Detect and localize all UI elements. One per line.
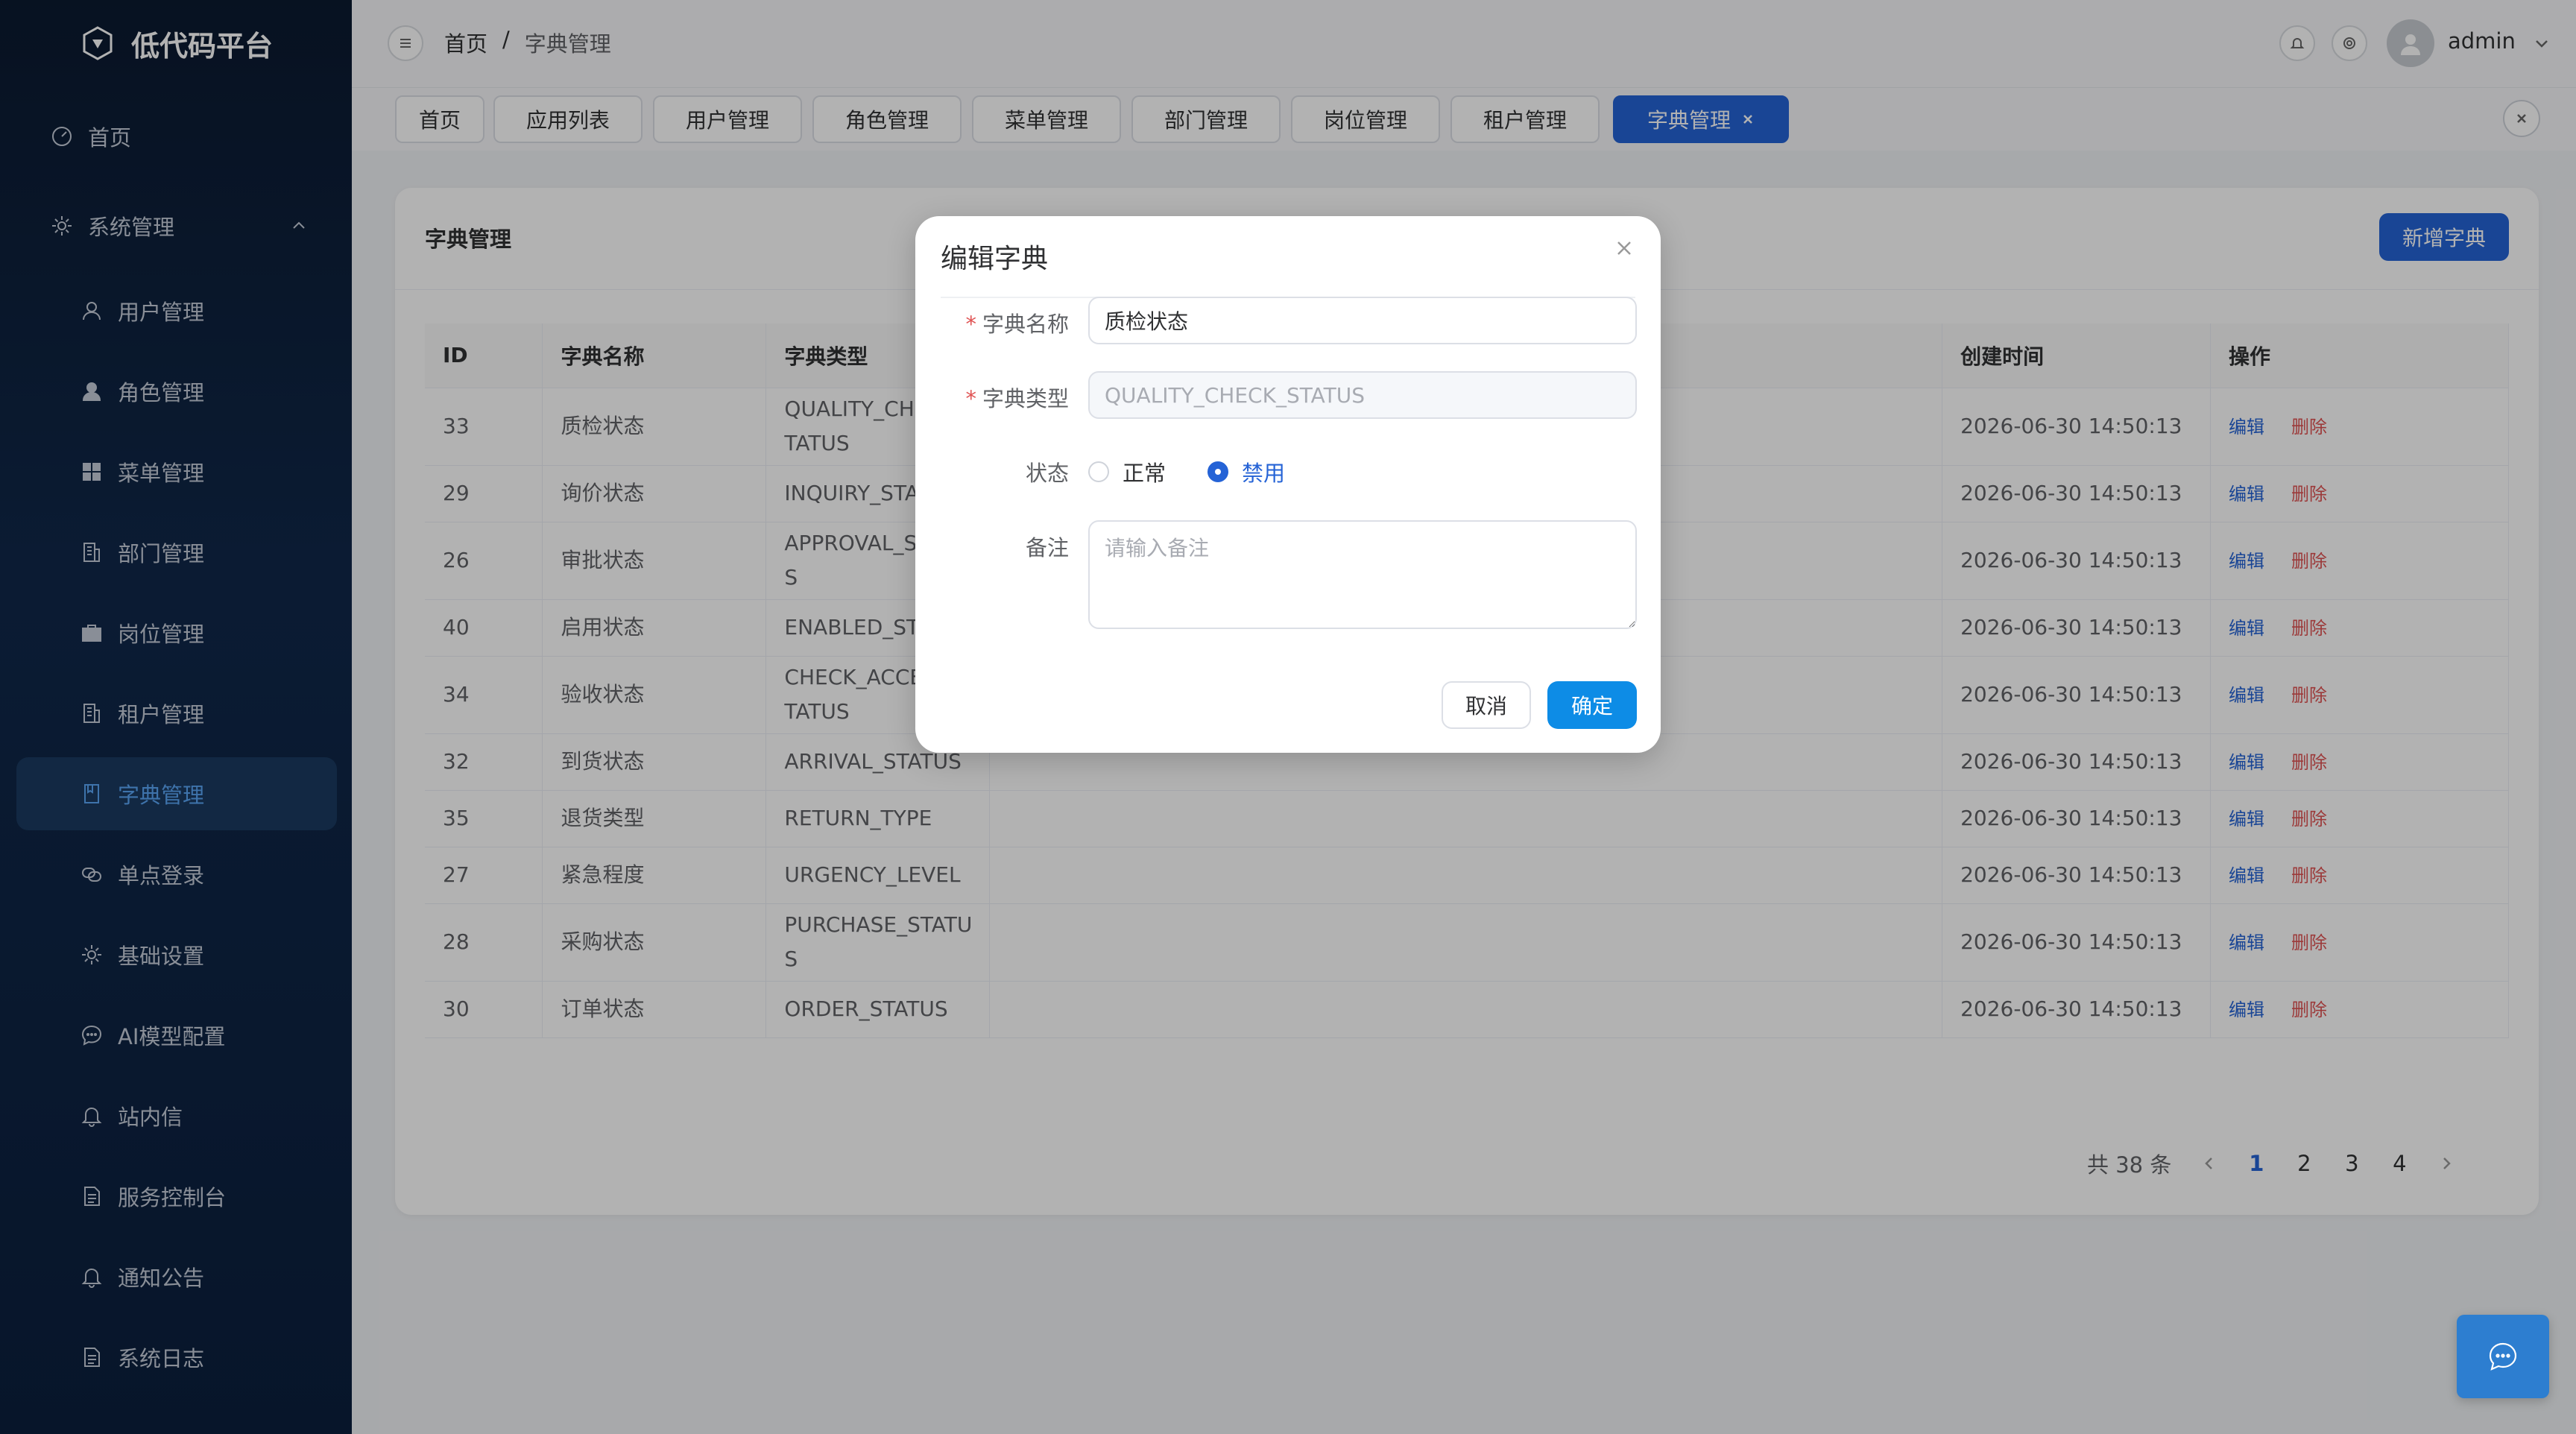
chat-icon — [2489, 1342, 2517, 1371]
close-icon[interactable] — [1613, 237, 1635, 259]
dict-type-input[interactable]: QUALITY_CHECK_STATUS — [1088, 371, 1637, 419]
cancel-button[interactable]: 取消 — [1442, 681, 1531, 729]
radio-circle-checked — [1208, 461, 1228, 482]
dict-type-label: * 字典类型 — [965, 386, 1069, 411]
status-radio-disabled[interactable]: 禁用 — [1208, 456, 1285, 487]
required-mark: * — [965, 312, 976, 337]
dict-name-label: * 字典名称 — [965, 312, 1069, 337]
confirm-button[interactable]: 确定 — [1547, 681, 1637, 729]
required-mark: * — [965, 386, 976, 411]
remark-textarea[interactable] — [1088, 520, 1637, 629]
remark-label: 备注 — [1025, 535, 1069, 560]
chat-assistant-button[interactable] — [2457, 1315, 2549, 1398]
edit-dictionary-dialog: 编辑字典 * 字典名称 质检状态 * 字典类型 QUALITY_CHECK_STAT… — [915, 216, 1661, 753]
status-radio-normal[interactable]: 正常 — [1088, 456, 1166, 487]
dialog-title: 编辑字典 — [941, 244, 1049, 274]
radio-circle — [1088, 461, 1109, 482]
dict-name-input[interactable]: 质检状态 — [1088, 297, 1637, 344]
status-label: 状态 — [1025, 461, 1069, 486]
